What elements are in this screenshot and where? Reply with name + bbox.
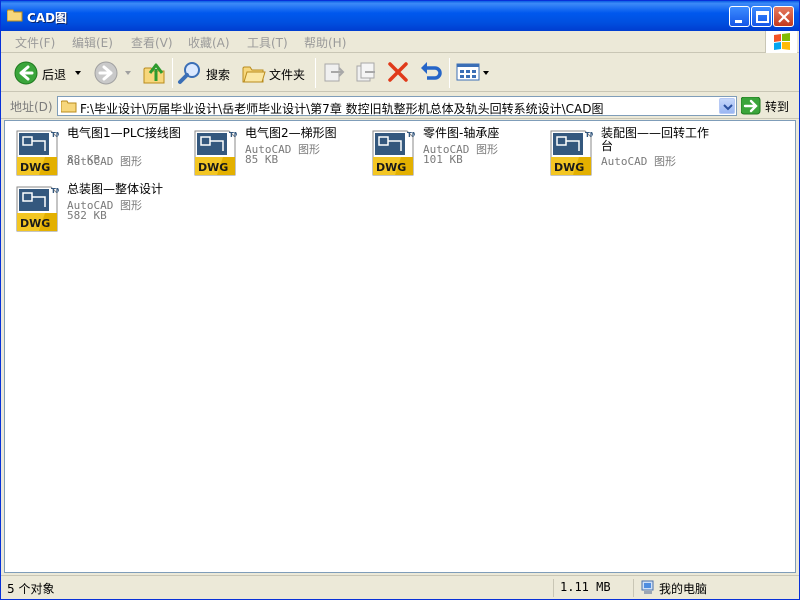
status-bar: 5 个对象 1.11 MB 我的电脑 (1, 575, 799, 599)
status-object-count: 5 个对象 (7, 582, 55, 596)
undo-button[interactable] (417, 59, 443, 87)
folders-icon (242, 66, 266, 83)
chevron-down-icon (723, 104, 733, 111)
dwg-file-icon: TM DWG (16, 130, 59, 176)
status-size-cell: 1.11 MB (553, 579, 633, 597)
undo-icon (421, 62, 442, 80)
copy-to-icon (356, 62, 375, 82)
dwg-file-icon: TM DWG (550, 130, 593, 176)
dwg-label: DWG (20, 217, 50, 230)
close-icon (778, 11, 790, 23)
svg-text:TM: TM (585, 131, 593, 139)
file-item[interactable]: TMDWG电气图2—梯形图AutoCAD 图形85 KB (187, 125, 363, 181)
delete-button[interactable] (385, 59, 411, 87)
back-button[interactable]: 后退 (11, 59, 87, 87)
search-button[interactable]: 搜索 (177, 59, 237, 87)
folder-icon (7, 9, 23, 22)
dropdown-arrow-icon[interactable] (125, 71, 133, 77)
toolbar-separator (315, 58, 316, 88)
move-to-icon (324, 63, 345, 82)
dwg-label: DWG (198, 161, 228, 174)
status-location: 我的电脑 (659, 582, 708, 596)
menu-bar: 文件(F) 编辑(E) 查看(V) 收藏(A) 工具(T) 帮助(H) (1, 31, 799, 53)
dwg-file-icon: TM DWG (372, 130, 415, 176)
dwg-label: DWG (554, 161, 584, 174)
window-title: CAD图 (27, 11, 68, 25)
address-dropdown-button[interactable] (719, 98, 735, 114)
file-size: 101 KB (423, 153, 463, 166)
close-button[interactable] (773, 6, 794, 27)
folders-label: 文件夹 (269, 68, 306, 82)
file-name: 零件图-轴承座 (423, 126, 500, 140)
file-name: 装配图——回转工作台 (601, 126, 710, 153)
file-item[interactable]: TMDWG零件图-轴承座AutoCAD 图形101 KB (365, 125, 541, 181)
folders-button[interactable]: 文件夹 (241, 59, 311, 87)
dropdown-arrow-icon[interactable] (75, 71, 83, 77)
file-item[interactable]: TMDWG总装图—整体设计AutoCAD 图形582 KB (9, 181, 185, 237)
copy-to-button[interactable] (353, 59, 379, 87)
dwg-file-icon: TM DWG (194, 130, 237, 176)
toolbar: 后退 搜索 文件夹 (1, 54, 799, 92)
menu-tools[interactable]: 工具(T) (247, 34, 288, 51)
forward-arrow-icon (94, 61, 118, 85)
windows-logo-icon (765, 31, 797, 53)
menu-file[interactable]: 文件(F) (15, 34, 55, 51)
go-arrow-icon (741, 97, 761, 115)
minimize-button[interactable] (729, 6, 750, 27)
dwg-file-icon: TM DWG (16, 186, 59, 232)
file-name: 电气图1—PLC接线图 (67, 126, 181, 140)
search-icon (178, 62, 200, 84)
svg-text:TM: TM (407, 131, 415, 139)
svg-text:TM: TM (51, 131, 59, 139)
file-name: 电气图2—梯形图 (245, 126, 337, 140)
back-arrow-icon (14, 61, 38, 85)
go-button[interactable]: 转到 (741, 96, 795, 116)
file-size: 582 KB (67, 209, 107, 222)
title-bar[interactable]: CAD图 (1, 1, 799, 31)
my-computer-icon (641, 580, 654, 594)
file-size: 85 KB (245, 153, 279, 166)
dwg-label: DWG (20, 161, 50, 174)
go-label: 转到 (765, 100, 790, 114)
address-path: F:\毕业设计\历届毕业设计\岳老师毕业设计\第7章 数控旧轨整形机总体及轨头回… (80, 102, 604, 116)
address-label: 地址(D) (10, 100, 53, 114)
folder-icon (61, 100, 77, 113)
minimize-icon (735, 20, 742, 23)
delete-icon (388, 62, 408, 82)
back-label: 后退 (42, 68, 67, 82)
maximize-icon (756, 11, 769, 23)
menu-help[interactable]: 帮助(H) (304, 34, 346, 51)
file-item[interactable]: TMDWG电气图1—PLC接线图AutoCAD 图形88 KB (9, 125, 185, 181)
up-folder-icon (143, 63, 165, 84)
status-size: 1.11 MB (560, 580, 611, 594)
dwg-label: DWG (376, 161, 406, 174)
address-bar: 地址(D) F:\毕业设计\历届毕业设计\岳老师毕业设计\第7章 数控旧轨整形机… (1, 93, 799, 119)
search-label: 搜索 (206, 68, 231, 82)
file-type: AutoCAD 图形 (601, 155, 676, 168)
maximize-button[interactable] (751, 6, 772, 27)
menu-view[interactable]: 查看(V) (131, 34, 173, 51)
address-input[interactable]: F:\毕业设计\历届毕业设计\岳老师毕业设计\第7章 数控旧轨整形机总体及轨头回… (57, 96, 737, 116)
explorer-window: CAD图 文件(F) 编辑(E) 查看(V) 收藏(A) 工具(T) 帮助(H) (0, 0, 800, 600)
dropdown-arrow-icon[interactable] (483, 71, 491, 77)
file-list: TM DWG 电气图1—PLC接线图 AutoCAD 图形 88 KB TM DWG 电气图2… (4, 120, 796, 573)
status-location-cell: 我的电脑 (633, 579, 797, 597)
forward-button[interactable] (93, 59, 135, 87)
toolbar-separator (449, 58, 450, 88)
menu-favorites[interactable]: 收藏(A) (188, 34, 230, 51)
menu-edit[interactable]: 编辑(E) (72, 34, 113, 51)
views-icon (456, 63, 480, 81)
toolbar-separator (172, 58, 173, 88)
up-folder-button[interactable] (141, 59, 169, 87)
svg-text:TM: TM (229, 131, 237, 139)
file-name: 总装图—整体设计 (67, 182, 164, 196)
move-to-button[interactable] (321, 59, 347, 87)
file-item[interactable]: TM DWG 装配图——回转工作台 AutoCAD 图形 (543, 125, 719, 181)
svg-text:TM: TM (51, 187, 59, 195)
views-button[interactable] (455, 59, 491, 87)
file-size: 88 KB (67, 153, 101, 166)
